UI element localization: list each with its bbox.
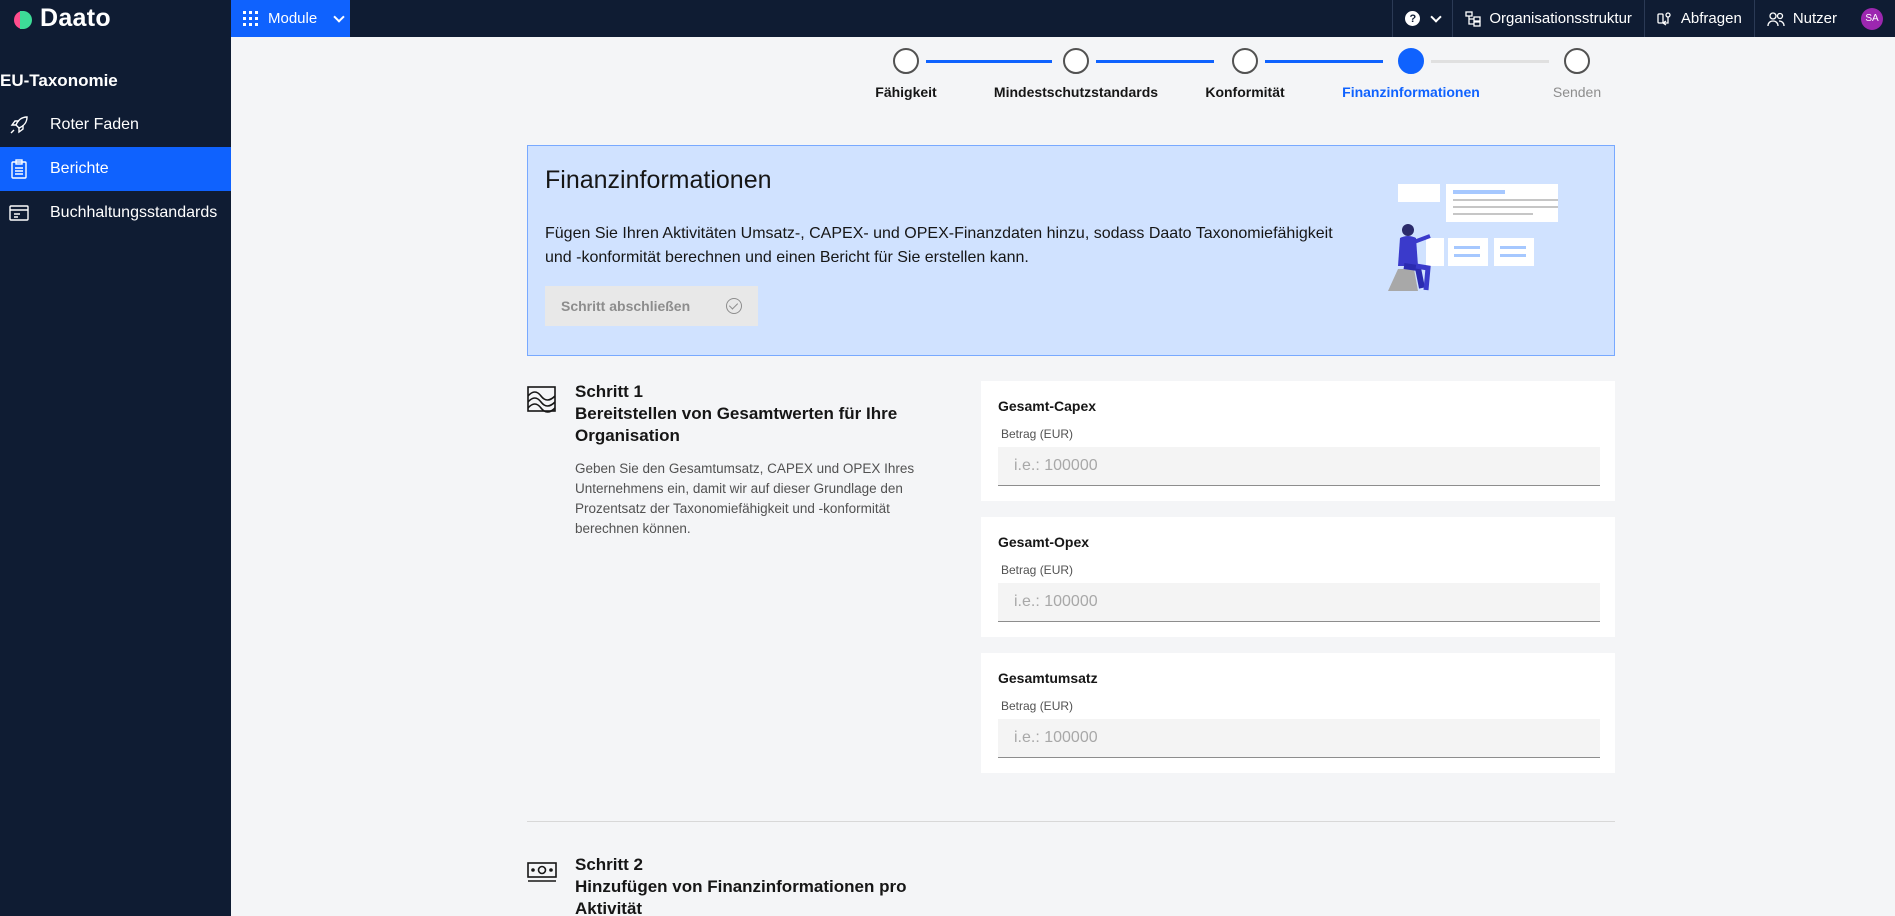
org-structure-link[interactable]: Organisationsstruktur	[1452, 0, 1644, 37]
field-label: Betrag (EUR)	[1001, 563, 1074, 577]
info-banner: Finanzinformationen Fügen Sie Ihren Akti…	[527, 145, 1615, 356]
rocket-icon	[8, 114, 30, 136]
top-bar: Daato Module ? Organisationsstruktur Abf…	[0, 0, 1895, 37]
section-divider	[527, 821, 1615, 822]
queries-icon	[1657, 11, 1671, 26]
field-label: Betrag (EUR)	[1001, 427, 1074, 441]
module-menu-label: Module	[268, 10, 318, 27]
check-circle-icon	[726, 298, 743, 314]
sidebar-title: EU-Taxonomie	[0, 71, 118, 90]
org-structure-label: Organisationsstruktur	[1489, 10, 1632, 27]
field-title: Gesamt-Capex	[998, 398, 1097, 414]
avatar[interactable]: SA	[1861, 7, 1883, 30]
step-senden[interactable]: Senden	[1477, 37, 1677, 100]
users-link[interactable]: Nutzer	[1753, 0, 1849, 37]
step2-heading: Hinzufügen von Finanzinformationen pro A…	[575, 877, 907, 916]
step-label: Senden	[1552, 84, 1602, 100]
step-circle	[1063, 48, 1089, 74]
sidebar-item-label: Roter Faden	[50, 116, 139, 133]
field-title: Gesamt-Opex	[998, 534, 1090, 550]
complete-step-button[interactable]: Schritt abschließen	[545, 286, 758, 326]
complete-step-label: Schritt abschließen	[561, 298, 691, 314]
app-grid-icon	[243, 11, 258, 26]
field-label: Betrag (EUR)	[1001, 699, 1074, 713]
sidebar-item-berichte[interactable]: Berichte	[0, 147, 231, 191]
person-dashboard-illustration	[1388, 184, 1558, 291]
chevron-down-icon	[1430, 10, 1443, 23]
sidebar-item-buchhaltungsstandards[interactable]: Buchhaltungsstandards	[0, 191, 231, 235]
users-label: Nutzer	[1792, 10, 1837, 27]
sidebar: EU-Taxonomie Roter Faden Berichte Buchha…	[0, 37, 231, 916]
sidebar-item-label: Buchhaltungsstandards	[50, 204, 218, 221]
help-icon: ?	[1405, 11, 1421, 26]
opex-field-card: Gesamt-Opex Betrag (EUR)	[981, 517, 1615, 637]
wave-chart-icon	[527, 386, 556, 413]
progress-stepper: Fähigkeit Mindestschutzstandards Konform…	[875, 37, 1706, 107]
clipboard-icon	[8, 158, 30, 180]
revenue-field-card: Gesamtumsatz Betrag (EUR)	[981, 653, 1615, 773]
users-icon	[1767, 11, 1785, 26]
help-menu-button[interactable]: ?	[1392, 0, 1452, 37]
total-opex-input[interactable]	[998, 583, 1600, 622]
chevron-down-icon	[333, 10, 345, 23]
step1-heading: Bereitstellen von Gesamtwerten für Ihre …	[575, 404, 898, 445]
sidebar-item-label: Berichte	[50, 160, 109, 177]
step2-number: Schritt 2	[575, 855, 644, 874]
step1-number: Schritt 1	[575, 382, 644, 401]
capex-field-card: Gesamt-Capex Betrag (EUR)	[981, 381, 1615, 501]
logo[interactable]: Daato	[0, 0, 231, 37]
module-menu-button[interactable]: Module	[231, 0, 350, 37]
total-capex-input[interactable]	[998, 447, 1600, 486]
sidebar-item-roter-faden[interactable]: Roter Faden	[0, 103, 231, 147]
field-title: Gesamtumsatz	[998, 670, 1098, 686]
logo-text: Daato	[40, 4, 111, 32]
banner-text: Fügen Sie Ihren Aktivitäten Umsatz-, CAP…	[545, 225, 1333, 266]
org-chart-icon	[1465, 10, 1482, 27]
cash-icon	[527, 862, 557, 882]
step-circle	[1398, 48, 1424, 74]
queries-link[interactable]: Abfragen	[1643, 0, 1754, 37]
step-circle	[893, 48, 919, 74]
banner-title: Finanzinformationen	[545, 166, 772, 194]
main-content: Fähigkeit Mindestschutzstandards Konform…	[231, 37, 1895, 916]
step-circle	[1232, 48, 1258, 74]
total-revenue-input[interactable]	[998, 719, 1600, 758]
logo-mark-icon	[14, 9, 34, 29]
ledger-icon	[8, 202, 30, 224]
step1-description: Geben Sie den Gesamtumsatz, CAPEX und OP…	[575, 461, 915, 536]
step-circle	[1564, 48, 1590, 74]
queries-label: Abfragen	[1680, 10, 1742, 27]
